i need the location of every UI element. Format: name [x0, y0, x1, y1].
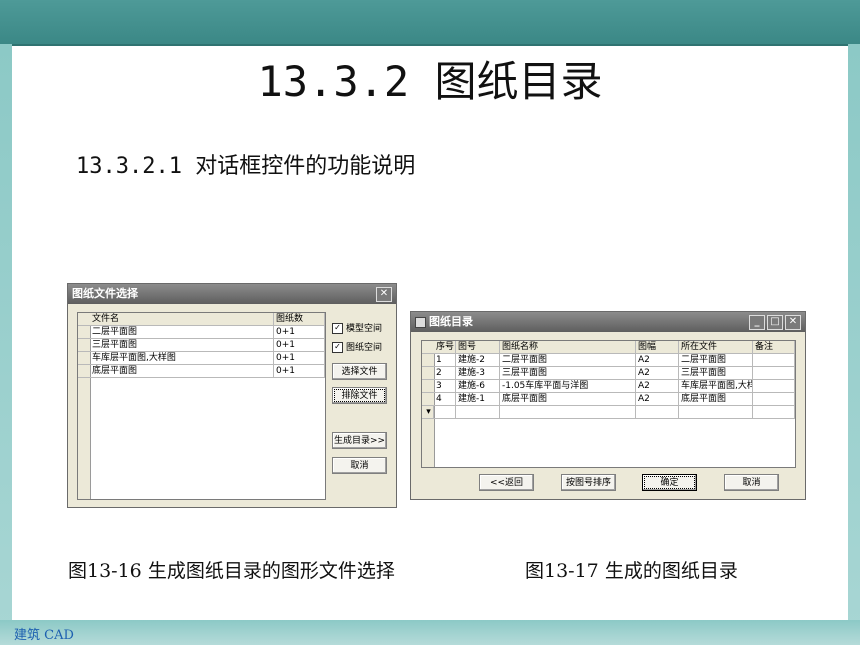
cell-file: 三层平面图 — [679, 367, 753, 379]
back-button[interactable]: <<返回 — [479, 474, 534, 491]
table-row[interactable]: 1 建施-2 二层平面图 A2 二层平面图 — [422, 354, 795, 367]
drawing-catalog-dialog: 图纸目录 _ □ ✕ 序号 图号 图纸名称 图幅 所在文件 备注 1 建施-2 … — [410, 311, 806, 500]
cell-index: 2 — [434, 367, 456, 379]
cell-drawing-name: -1.05车库平面与洋图 — [500, 380, 636, 392]
column-header[interactable]: 图纸名称 — [500, 341, 636, 353]
checkbox-label: 模型空间 — [346, 324, 383, 334]
cell-drawing-no: 建施-2 — [456, 354, 500, 366]
cell-size: A2 — [636, 354, 679, 366]
bottom-band — [0, 620, 860, 645]
close-icon[interactable]: ✕ — [376, 287, 392, 302]
empty-cell — [636, 406, 679, 418]
cell-index: 1 — [434, 354, 456, 366]
cancel-button[interactable]: 取消 — [724, 474, 779, 491]
maximize-icon[interactable]: □ — [767, 315, 783, 330]
cell-drawing-name: 三层平面图 — [500, 367, 636, 379]
list-item[interactable]: 二层平面图 0+1 — [78, 326, 325, 339]
minimize-icon[interactable]: _ — [749, 315, 765, 330]
slide-title: 13.3.2 图纸目录 — [257, 57, 603, 106]
column-header[interactable]: 序号 — [434, 341, 456, 353]
cell-file: 底层平面图 — [679, 393, 753, 405]
column-header[interactable]: 图号 — [456, 341, 500, 353]
cell-drawing-name: 二层平面图 — [500, 354, 636, 366]
cell-size: A2 — [636, 380, 679, 392]
catalog-table[interactable]: 序号 图号 图纸名称 图幅 所在文件 备注 1 建施-2 二层平面图 A2 二层… — [421, 340, 796, 468]
sheet-count: 0+1 — [274, 352, 325, 364]
cell-remark — [753, 380, 795, 392]
cell-size: A2 — [636, 393, 679, 405]
list-header: 文件名 图纸数 — [78, 313, 325, 326]
column-header[interactable]: 图幅 — [636, 341, 679, 353]
cell-drawing-no: 建施-6 — [456, 380, 500, 392]
left-band — [0, 44, 12, 645]
caption-left: 图13-16 生成图纸目录的图形文件选择 — [68, 560, 395, 582]
cell-index: 3 — [434, 380, 456, 392]
sheet-count: 0+1 — [274, 365, 325, 377]
empty-cell — [753, 406, 795, 418]
dialog-title: 图纸文件选择 — [72, 287, 138, 300]
cell-index: 4 — [434, 393, 456, 405]
footer-text: 建筑 CAD — [14, 628, 74, 643]
table-row[interactable]: 4 建施-1 底层平面图 A2 底层平面图 — [422, 393, 795, 406]
generate-catalog-button[interactable]: 生成目录>> — [332, 432, 387, 449]
cell-size: A2 — [636, 367, 679, 379]
dialog-titlebar: 图纸目录 _ □ ✕ — [411, 312, 805, 332]
cancel-button[interactable]: 取消 — [332, 457, 387, 474]
column-header[interactable]: 所在文件 — [679, 341, 753, 353]
slide-subtitle: 13.3.2.1 对话框控件的功能说明 — [76, 154, 416, 179]
cell-remark — [753, 354, 795, 366]
cell-drawing-name: 底层平面图 — [500, 393, 636, 405]
sheet-count: 0+1 — [274, 339, 325, 351]
new-row[interactable]: ▾ — [422, 406, 795, 419]
file-list[interactable]: 文件名 图纸数 二层平面图 0+1 三层平面图 0+1 车库层平面图,大样图 0… — [77, 312, 326, 500]
check-icon: ✓ — [332, 323, 343, 334]
column-header[interactable]: 备注 — [753, 341, 795, 353]
cell-drawing-no: 建施-1 — [456, 393, 500, 405]
new-row-arrow-icon: ▾ — [422, 406, 434, 418]
model-space-checkbox[interactable]: ✓ 模型空间 — [332, 321, 382, 334]
remove-file-button[interactable]: 排除文件 — [332, 387, 387, 404]
list-item[interactable]: 底层平面图 0+1 — [78, 365, 325, 378]
cell-remark — [753, 367, 795, 379]
file-name: 车库层平面图,大样图 — [90, 352, 274, 364]
check-icon: ✓ — [332, 342, 343, 353]
caption-right: 图13-17 生成的图纸目录 — [525, 560, 738, 582]
cell-remark — [753, 393, 795, 405]
list-item[interactable]: 车库层平面图,大样图 0+1 — [78, 352, 325, 365]
dialog-titlebar: 图纸文件选择 ✕ — [68, 284, 396, 304]
top-banner — [0, 0, 860, 46]
checkbox-label: 图纸空间 — [346, 343, 383, 353]
paper-space-checkbox[interactable]: ✓ 图纸空间 — [332, 340, 382, 353]
file-name: 二层平面图 — [90, 326, 274, 338]
sheet-count: 0+1 — [274, 326, 325, 338]
cell-drawing-no: 建施-3 — [456, 367, 500, 379]
ok-button[interactable]: 确定 — [642, 474, 697, 491]
column-header[interactable]: 文件名 — [90, 313, 274, 325]
empty-cell — [679, 406, 753, 418]
right-band — [848, 44, 860, 645]
app-icon — [415, 316, 426, 328]
file-name: 三层平面图 — [90, 339, 274, 351]
column-header[interactable]: 图纸数 — [274, 313, 325, 325]
empty-cell — [456, 406, 500, 418]
cell-file: 车库层平面图,大样 — [681, 380, 753, 392]
empty-cell — [500, 406, 636, 418]
table-row[interactable]: 3 建施-6 -1.05车库平面与洋图 A2 车库层平面图,大样 — [422, 380, 795, 393]
table-header: 序号 图号 图纸名称 图幅 所在文件 备注 — [422, 341, 795, 354]
close-icon[interactable]: ✕ — [785, 315, 801, 330]
empty-cell — [434, 406, 456, 418]
sort-by-number-button[interactable]: 按图号排序 — [561, 474, 616, 491]
file-select-dialog: 图纸文件选择 ✕ 文件名 图纸数 二层平面图 0+1 三层平面图 0+1 车库层… — [67, 283, 397, 508]
dialog-title: 图纸目录 — [429, 315, 473, 328]
file-name: 底层平面图 — [90, 365, 274, 377]
cell-file: 二层平面图 — [679, 354, 753, 366]
list-item[interactable]: 三层平面图 0+1 — [78, 339, 325, 352]
select-file-button[interactable]: 选择文件 — [332, 363, 387, 380]
table-row[interactable]: 2 建施-3 三层平面图 A2 三层平面图 — [422, 367, 795, 380]
